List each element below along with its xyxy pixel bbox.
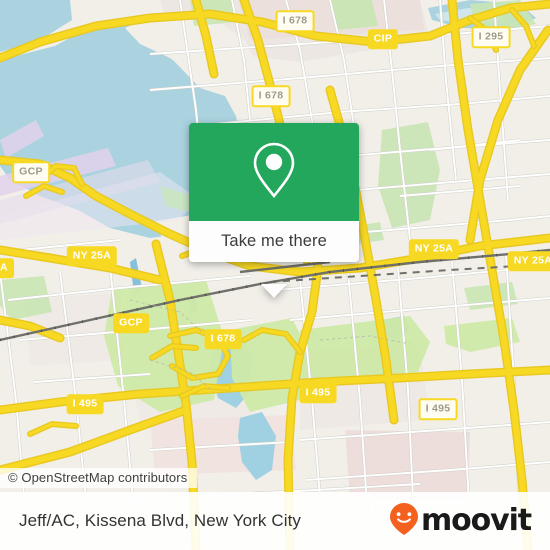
road-shield: NY 25A [507, 251, 550, 271]
place-label: Jeff/AC, Kissena Blvd, New York City [19, 511, 302, 530]
osm-attribution[interactable]: © OpenStreetMap contributors [0, 468, 198, 488]
road-shield: A [0, 258, 14, 278]
location-callout-card[interactable]: Take me there [189, 123, 359, 298]
road-shield: GCP [12, 161, 50, 183]
map-pin-icon [251, 141, 297, 204]
road-shield: I 678 [275, 10, 315, 32]
road-shield: I 295 [471, 26, 511, 48]
road-shield: I 495 [299, 383, 337, 403]
moovit-logo[interactable]: moovit [389, 502, 532, 541]
road-shield: GCP [113, 313, 149, 333]
callout-icon-panel [189, 123, 359, 221]
road-shield: I 495 [418, 398, 458, 420]
moovit-wordmark: moovit [420, 503, 532, 538]
road-shield: I 678 [251, 85, 291, 107]
footer-bar: Jeff/AC, Kissena Blvd, New York City moo… [0, 492, 550, 550]
road-shield: I 495 [66, 394, 104, 414]
road-shield: CIP [367, 29, 399, 49]
moovit-pin-smiley-icon [389, 502, 419, 541]
road-shield: I 678 [204, 329, 242, 349]
take-me-there-button[interactable]: Take me there [221, 232, 327, 251]
callout-pointer [261, 284, 287, 298]
road-shield: NY 25A [66, 246, 118, 266]
map-screen: I 678 CIP I 295 I 678 GCP NY 25A A NY 25… [0, 0, 550, 550]
road-shield: NY 25A [408, 239, 460, 259]
callout-action-panel[interactable]: Take me there [189, 221, 359, 262]
